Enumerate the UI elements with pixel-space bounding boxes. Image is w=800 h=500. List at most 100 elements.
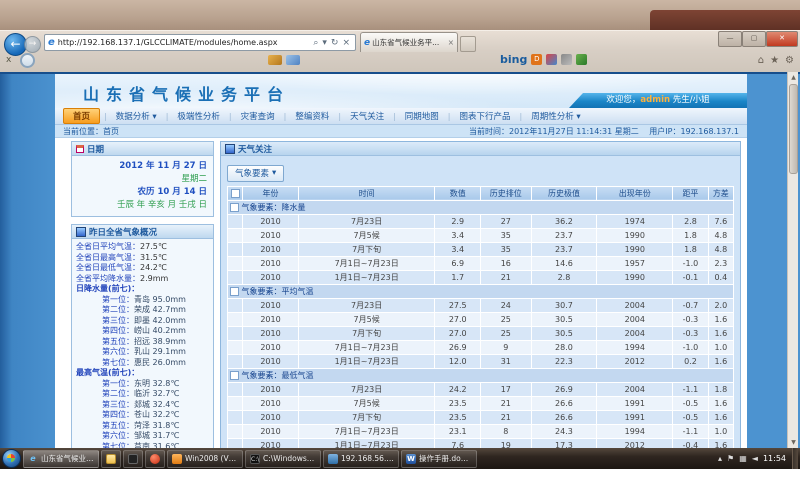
table-row[interactable]: 20101月1日~7月23日7.61917.32012-0.41.6 [228, 438, 734, 448]
group-row[interactable]: 气象要素：最低气温 [228, 368, 734, 382]
table-row[interactable]: 20101月1日~7月23日12.03122.320120.21.6 [228, 354, 734, 368]
table-row[interactable]: 20107月5候3.43523.719901.84.8 [228, 228, 734, 242]
task-label: 192.168.56.99... [341, 454, 394, 463]
page-title: 山东省气候业务平台 [83, 81, 290, 105]
new-tab-button[interactable] [460, 36, 476, 52]
table-row[interactable]: 20107月下旬23.52126.61991-0.51.6 [228, 410, 734, 424]
minimize-button[interactable]: — [718, 31, 742, 47]
rank-value: 招远 38.9mm [134, 337, 186, 346]
task-button-folder[interactable] [101, 450, 121, 468]
table-cell: 12.0 [435, 354, 481, 368]
task-button-ie[interactable]: e山东省气候业务平... [23, 450, 99, 468]
task-button-vm[interactable]: Win2008 (VS2... [167, 450, 243, 468]
table-cell: 2010 [243, 438, 299, 448]
rank-value: 苍山 32.2℃ [134, 410, 179, 419]
task-button-cmd[interactable]: C:\C:\Windows\s... [245, 450, 321, 468]
bing-bar-butterfly-icon[interactable] [546, 54, 557, 65]
task-button-red[interactable] [145, 450, 165, 468]
tray-icon-action-center-flag[interactable]: ⚑ [727, 454, 734, 463]
nav-item-periodic-analysis[interactable]: 周期性分析 ▾ [522, 109, 589, 123]
page-body: 日期 2012 年 11 月 27 日星期二农历 10 月 14 日壬辰 年 辛… [55, 138, 747, 448]
show-desktop-button[interactable] [792, 448, 798, 469]
group-row[interactable]: 气象要素：平均气温 [228, 284, 734, 298]
table-row[interactable]: 20107月1日~7月23日23.1824.31994-1.11.0 [228, 424, 734, 438]
nav-item-disaster-query[interactable]: 灾害查询 [232, 109, 284, 123]
table-cell: 0.4 [708, 270, 733, 284]
tools-icon[interactable]: ⚙ [785, 55, 794, 66]
forward-button[interactable]: → [24, 36, 41, 53]
table-cell: 2010 [243, 242, 299, 256]
ie-icon: e [48, 37, 55, 48]
folder-icon [106, 454, 116, 464]
chevron-down-icon[interactable]: ▾ [322, 38, 327, 48]
mail-icon[interactable] [268, 55, 282, 65]
start-button[interactable] [2, 449, 21, 468]
table-row[interactable]: 20107月5候27.02530.52004-0.31.6 [228, 312, 734, 326]
maximize-button[interactable]: ▢ [742, 31, 766, 47]
table-row[interactable]: 20107月23日2.92736.219742.87.6 [228, 214, 734, 228]
task-button-remote[interactable]: 192.168.56.99... [323, 450, 399, 468]
favorites-icon[interactable]: ★ [770, 55, 779, 66]
nav-item-period-map[interactable]: 同期地图 [396, 109, 448, 123]
expand-checkbox[interactable] [230, 203, 239, 212]
home-icon[interactable]: ⌂ [758, 55, 764, 66]
rank-heading: 日降水量(前七)： [76, 284, 209, 295]
table-cell: 1.6 [708, 354, 733, 368]
table-cell: 27.0 [435, 326, 481, 340]
nav-item-compiled-data[interactable]: 整编资料 [286, 109, 338, 123]
rank-item: 第二位：荣成 42.7mm [76, 305, 209, 316]
refresh-icon[interactable]: ↻ [331, 38, 339, 48]
table-row[interactable]: 20107月23日27.52430.72004-0.72.0 [228, 298, 734, 312]
rank-label: 第一位： [102, 295, 134, 304]
nav-item-product-download[interactable]: 图表下行产品 [451, 109, 520, 123]
bing-logo[interactable]: bing [500, 53, 527, 66]
tab-close-icon[interactable]: × [448, 38, 454, 47]
summary-body: 全省日平均气温：27.5℃全省日最高气温：31.5℃全省日最低气温：24.2℃全… [72, 239, 213, 448]
page-scrollbar[interactable]: ▲ ▼ [787, 72, 798, 448]
nav-item-weather-focus[interactable]: 天气关注 [341, 109, 393, 123]
blocked-content-icon[interactable] [20, 53, 35, 68]
row-indent-cell [228, 214, 243, 228]
nav-item-data-analysis[interactable]: 数据分析 ▾ [107, 109, 166, 123]
taskbar-clock[interactable]: 11:54 [763, 454, 786, 463]
tray-icon-volume[interactable]: ◄ [752, 454, 758, 463]
rank-item: 第一位：青岛 95.0mm [76, 295, 209, 306]
table-row[interactable]: 20107月5候23.52126.61991-0.51.6 [228, 396, 734, 410]
bing-bar-share-icon[interactable] [576, 54, 587, 65]
table-cell: 23.5 [435, 410, 481, 424]
table-row[interactable]: 20107月23日24.21726.92004-1.11.8 [228, 382, 734, 396]
stop-icon[interactable]: × [342, 38, 350, 48]
rank-heading: 最高气温(前七)： [76, 368, 209, 379]
bing-bar-orange-icon[interactable]: D [531, 54, 542, 65]
table-header-cell: 方差 [708, 186, 733, 200]
scroll-down-arrow[interactable]: ▼ [788, 437, 799, 448]
task-button-media[interactable] [123, 450, 143, 468]
nav-item-home[interactable]: 首页 [63, 108, 100, 124]
tray-icon-network[interactable]: ▦ [739, 454, 747, 463]
element-filter-button[interactable]: 气象要素 ▾ [227, 165, 284, 182]
expand-checkbox[interactable] [230, 371, 239, 380]
address-bar[interactable]: e http://192.168.137.1/GLCCLIMATE/module… [44, 34, 356, 51]
tray-icon-hidden-icons[interactable]: ▴ [718, 454, 722, 463]
browser-tab[interactable]: e 山东省气候业务平... × [360, 32, 458, 52]
table-row[interactable]: 20107月下旬27.02530.52004-0.31.6 [228, 326, 734, 340]
scrollbar-thumb[interactable] [789, 84, 798, 174]
bing-bar-camera-icon[interactable] [561, 54, 572, 65]
scroll-up-arrow[interactable]: ▲ [788, 72, 799, 83]
table-cell: 2010 [243, 340, 299, 354]
search-icon[interactable]: ⌕ [313, 38, 318, 48]
expand-checkbox[interactable] [230, 287, 239, 296]
message-icon[interactable] [286, 55, 300, 65]
nav-item-extreme-analysis[interactable]: 极端性分析 [168, 109, 229, 123]
table-cell: 21 [480, 410, 531, 424]
table-row[interactable]: 20107月下旬3.43523.719901.84.8 [228, 242, 734, 256]
close-button[interactable]: ✕ [766, 31, 798, 47]
url-text[interactable]: http://192.168.137.1/GLCCLIMATE/modules/… [58, 38, 312, 47]
table-row[interactable]: 20107月1日~7月23日26.9928.01994-1.01.0 [228, 340, 734, 354]
group-row[interactable]: 气象要素：降水量 [228, 200, 734, 214]
task-button-word[interactable]: W操作手册.docx ... [401, 450, 477, 468]
select-all-checkbox[interactable] [231, 189, 240, 198]
table-row[interactable]: 20107月1日~7月23日6.91614.61957-1.02.3 [228, 256, 734, 270]
addon-bar-close-icon[interactable]: x [6, 55, 11, 65]
table-row[interactable]: 20101月1日~7月23日1.7212.81990-0.10.4 [228, 270, 734, 284]
